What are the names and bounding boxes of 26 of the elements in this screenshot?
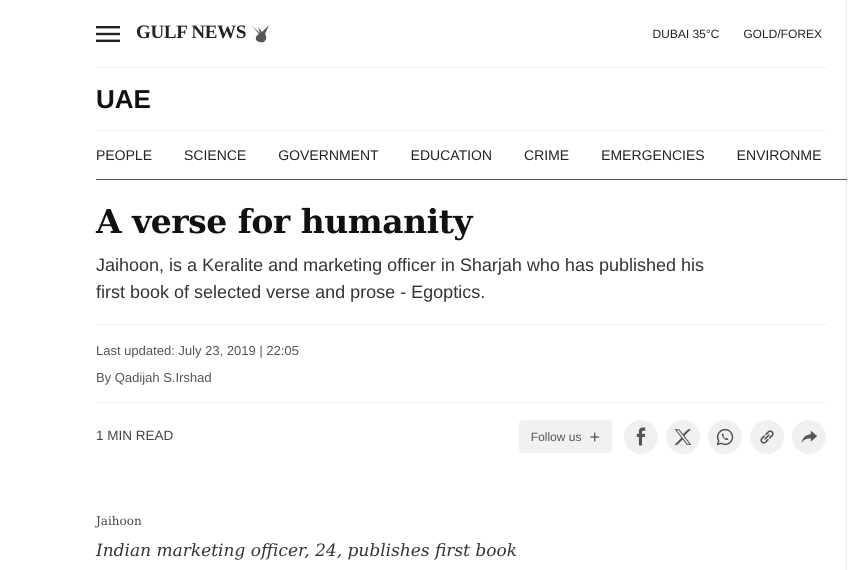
nav-link[interactable]: SCIENCE — [184, 144, 246, 166]
header-link[interactable]: GOLD/FOREX — [743, 24, 822, 42]
share-button[interactable] — [708, 420, 742, 454]
nav-link[interactable]: PEOPLE — [96, 144, 152, 166]
image-credit: Jaihoon — [96, 512, 143, 530]
nav-link[interactable]: EDUCATION — [410, 144, 492, 166]
article-title: A verse for humanity — [96, 202, 474, 242]
article-summary: Jaihoon, is a Keralite and marketing officer in Sharjah who has published his first book of selected verse and prose - Egoptics. — [96, 254, 706, 304]
header-link[interactable]: DUBAI 35°C — [652, 24, 720, 42]
image-caption: Indian marketing officer, 24, publishes first book — [96, 540, 518, 563]
nav-link[interactable]: GOVERNMENT — [278, 144, 379, 166]
share-button[interactable] — [792, 420, 826, 454]
facebook-icon — [636, 427, 646, 446]
menu-icon[interactable] — [96, 26, 120, 42]
logo[interactable]: GULF NEWS — [136, 19, 246, 48]
follow-button[interactable]: Follow us + — [518, 420, 612, 454]
share-button[interactable] — [624, 420, 658, 454]
share-button[interactable] — [750, 420, 784, 454]
nav-link[interactable]: CRIME — [524, 144, 570, 166]
nav-link[interactable]: ENVIRONME — [736, 144, 822, 166]
read-time: 1 MIN READ — [96, 427, 174, 446]
last-updated: Last updated: July 23, 2019 | 22:05 — [96, 342, 300, 360]
share-button[interactable] — [666, 420, 700, 454]
section-title[interactable]: UAE — [96, 80, 151, 118]
byline: By Qadijah S.Irshad — [96, 369, 213, 388]
nav-link[interactable]: EMERGENCIES — [601, 144, 705, 166]
